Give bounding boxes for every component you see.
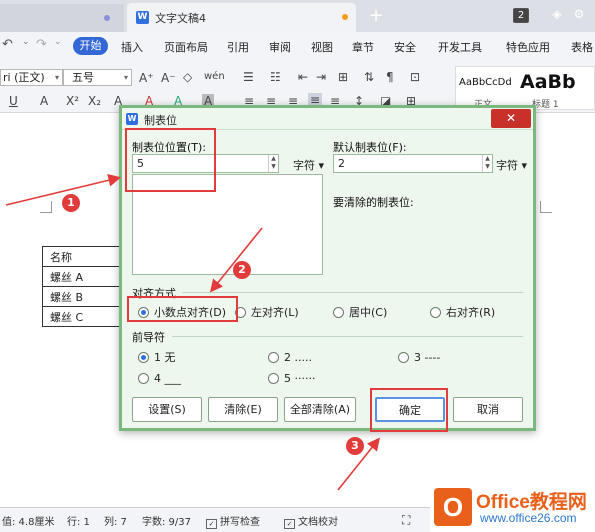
annotation-badge: 3 [346,437,364,455]
annotation-badge: 1 [62,194,80,212]
annotation-badge: 2 [233,261,251,279]
annotation-arrows [5,174,380,491]
